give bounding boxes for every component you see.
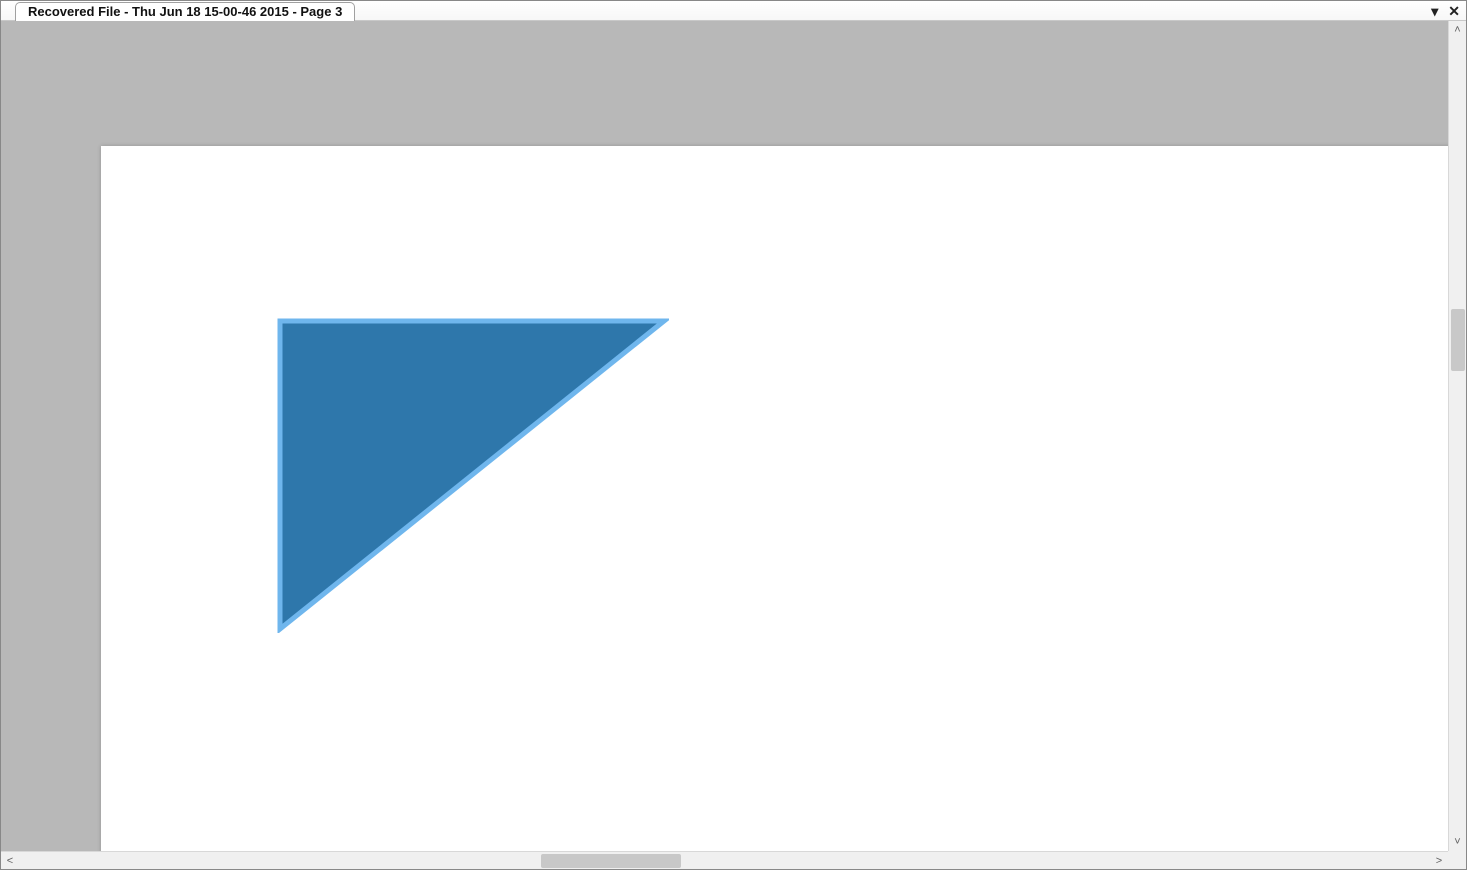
scrollbar-corner bbox=[1448, 851, 1466, 869]
document-page[interactable] bbox=[101, 146, 1448, 851]
horizontal-scroll-track[interactable] bbox=[19, 852, 1430, 870]
scroll-up-arrow-icon[interactable]: ˄ bbox=[1449, 21, 1467, 39]
bottom-scroll-row: ˂ ˃ bbox=[1, 851, 1466, 869]
scroll-right-arrow-icon[interactable]: ˃ bbox=[1430, 852, 1448, 870]
window-menu-icon[interactable]: ▾ bbox=[1431, 4, 1438, 18]
document-tab[interactable]: Recovered File - Thu Jun 18 15-00-46 201… bbox=[15, 2, 355, 21]
tab-title: Recovered File - Thu Jun 18 15-00-46 201… bbox=[28, 4, 342, 19]
scroll-left-arrow-icon[interactable]: ˂ bbox=[1, 852, 19, 870]
content-area: ˄ ˅ bbox=[1, 21, 1466, 851]
scroll-down-arrow-icon[interactable]: ˅ bbox=[1449, 833, 1467, 851]
vertical-scroll-track[interactable] bbox=[1449, 39, 1467, 833]
right-triangle-shape[interactable] bbox=[274, 315, 669, 636]
canvas-viewport[interactable] bbox=[1, 21, 1448, 851]
window-controls: ▾ ✕ bbox=[1431, 1, 1460, 21]
horizontal-scroll-thumb[interactable] bbox=[541, 854, 681, 868]
titlebar: Recovered File - Thu Jun 18 15-00-46 201… bbox=[1, 1, 1466, 21]
vertical-scrollbar[interactable]: ˄ ˅ bbox=[1448, 21, 1466, 851]
window-container: Recovered File - Thu Jun 18 15-00-46 201… bbox=[1, 1, 1466, 869]
horizontal-scrollbar[interactable]: ˂ ˃ bbox=[1, 851, 1448, 869]
vertical-scroll-thumb[interactable] bbox=[1451, 309, 1465, 371]
close-icon[interactable]: ✕ bbox=[1448, 4, 1460, 18]
triangle-polygon bbox=[280, 321, 664, 629]
